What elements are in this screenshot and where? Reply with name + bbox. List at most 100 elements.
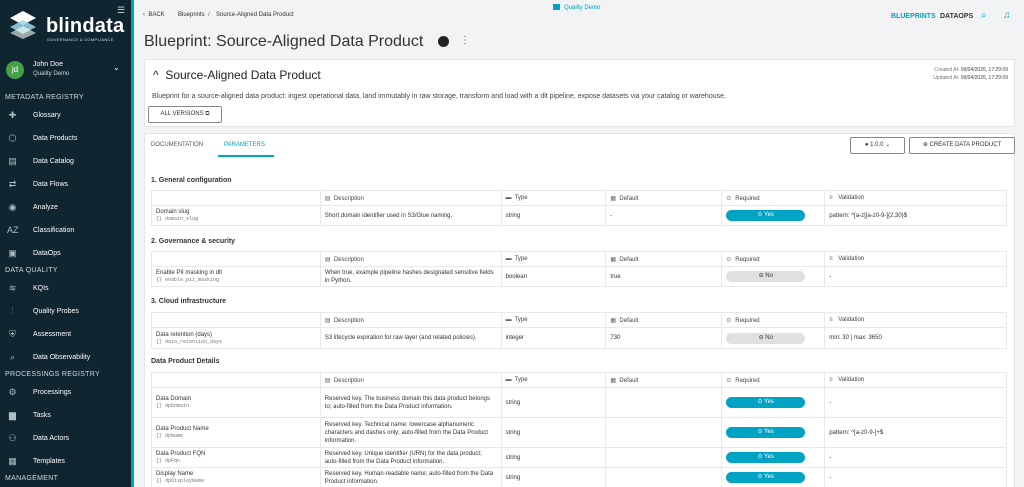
section-processings-registry: PROCESSINGS REGISTRY [5, 371, 100, 378]
description-icon: ▤ [324, 256, 331, 263]
probe-icon: ⫶ [11, 306, 14, 316]
chevron-down-icon: ⌄ [885, 142, 891, 148]
section-management: MANAGEMENT [5, 475, 59, 482]
table-row[interactable]: Display Name{} dpDisplayName Reserved ke… [151, 467, 1007, 487]
sidebar-item-quality-probes[interactable]: ⫶ Quality Probes [0, 302, 131, 322]
nav-blueprints[interactable]: BLUEPRINTS [891, 13, 936, 20]
param-required: ⊙ Yes [721, 417, 826, 448]
section-data-quality: DATA QUALITY [5, 267, 58, 274]
validation-icon: ≡ [829, 195, 833, 201]
required-badge: ⊙ Yes [726, 210, 806, 221]
compass-icon: ◉ [8, 202, 17, 212]
param-default [605, 467, 723, 487]
back-button[interactable]: ‹ BACK [143, 12, 165, 18]
sidebar-item-dataops[interactable]: ▣ DataOps [0, 244, 131, 264]
sidebar-item-analyze[interactable]: ◉ Analyze [0, 198, 131, 218]
param-type: string [500, 205, 607, 226]
param-name: Data retention (days){} data_retention_d… [151, 327, 321, 349]
sidebar-item-kqis[interactable]: ≋ KQIs [0, 279, 131, 299]
check-circle-icon: ⊙ [726, 256, 732, 263]
table-row[interactable]: Domain slug{} domain_slug Short domain i… [151, 205, 1007, 226]
check-circle-icon: ⊙ [726, 317, 732, 324]
sidebar-item-label: Classification [33, 227, 75, 234]
col-header-description: ▤ Description [319, 312, 502, 328]
group-title: Data Product Details [151, 358, 220, 365]
sidebar-item-label: Data Products [33, 135, 78, 142]
param-name: Domain slug{} domain_slug [151, 205, 321, 226]
processing-icon: ⚙ [8, 387, 17, 397]
sidebar-item-data-actors[interactable]: ⚇ Data Actors [0, 429, 131, 449]
param-validation: pattern: ^[a-z0-9-]+$ [824, 417, 1007, 448]
param-default [605, 387, 723, 418]
sidebar-item-glossary[interactable]: ✚ Glossary [0, 106, 131, 126]
sidebar-item-label: Processings [33, 389, 72, 396]
catalog-icon: ▤ [8, 156, 17, 166]
param-type: string [500, 467, 607, 487]
user-menu[interactable]: jd John Doe Quality Demo ⌄ [0, 56, 131, 86]
open-external-icon: ⧉ [205, 111, 210, 117]
type-icon: ▬ [505, 195, 512, 201]
sidebar-item-label: Tasks [33, 412, 51, 419]
tab-documentation[interactable]: DOCUMENTATION [151, 142, 203, 148]
col-header-default: ▦ Default [605, 190, 723, 206]
az-icon: AZ [7, 225, 19, 235]
col-header-required: ⊙ Required [721, 312, 826, 328]
tab-parameters[interactable]: PARAMETERS [224, 142, 265, 148]
chevron-down-icon[interactable]: ⌄ [113, 63, 120, 72]
param-name: Data Product FQN{} dpFqn [151, 447, 321, 468]
collapse-menu-icon[interactable]: ☰ [117, 5, 125, 16]
sidebar-item-data-flows[interactable]: ⇄ Data Flows [0, 175, 131, 195]
check-circle-icon: ⊙ [726, 195, 732, 202]
sidebar-item-classification[interactable]: AZ Classification [0, 221, 131, 241]
group-title: 2. Governance & security [151, 238, 236, 245]
user-name: John Doe [33, 61, 63, 68]
sidebar-item-assessment[interactable]: ⛨ Assessment [0, 325, 131, 345]
param-default [605, 447, 723, 468]
breadcrumb-separator: / [208, 12, 210, 18]
col-header-type: ▬ Type [500, 312, 607, 328]
sidebar-item-processings[interactable]: ⚙ Processings [0, 383, 131, 403]
more-options-icon[interactable]: ⋮ [460, 35, 470, 46]
param-description: When true, example pipeline hashes desig… [319, 266, 502, 287]
table-row[interactable]: Data retention (days){} data_retention_d… [151, 327, 1007, 349]
github-icon[interactable] [438, 36, 449, 47]
param-type: string [500, 387, 607, 418]
all-versions-button[interactable]: ALL VERSIONS ⧉ [148, 106, 222, 123]
table-header-row: ▤ Description ▬ Type ▦ Default ⊙ Required ≡ V… [151, 190, 1007, 206]
sidebar-item-tasks[interactable]: ▆ Tasks [0, 406, 131, 426]
brand-logo[interactable]: blindata GOVERNANCE & COMPLIANCE [6, 8, 131, 50]
nav-dataops[interactable]: DATAOPS [940, 13, 973, 20]
notifications-bell-icon[interactable]: ♫ [1003, 10, 1011, 21]
sidebar-item-data-products[interactable]: ⬡ Data Products [0, 129, 131, 149]
created-at: 09/04/2026, 17:29:09 [960, 67, 1008, 73]
breadcrumb-current: Source-Aligned Data Product [216, 12, 294, 18]
table-row[interactable]: Enable PII masking in dlt{} enable_pii_m… [151, 266, 1007, 287]
sidebar-item-label: Analyze [33, 204, 58, 211]
param-type: string [500, 447, 607, 468]
version-select[interactable]: ● 1.0.0 ⌄ [850, 137, 905, 154]
required-badge: ⊙ Yes [726, 397, 806, 408]
required-badge: ⊖ No [726, 271, 806, 282]
param-validation: - [824, 266, 1007, 287]
table-row[interactable]: Data Product Name{} dpName Reserved key.… [151, 417, 1007, 448]
table-row[interactable]: Data Product FQN{} dpFqn Reserved key. U… [151, 447, 1007, 468]
sidebar-item-data-observability[interactable]: ⌕ Data Observability [0, 348, 131, 368]
col-header-required: ⊙ Required [721, 251, 826, 267]
created-label: Created At: [934, 67, 960, 73]
sidebar-item-label: KQIs [33, 285, 49, 292]
sidebar-item-templates[interactable]: ▦ Templates [0, 452, 131, 472]
breadcrumb-blueprints[interactable]: Blueprints [178, 12, 205, 18]
sidebar-item-data-catalog[interactable]: ▤ Data Catalog [0, 152, 131, 172]
default-icon: ▦ [610, 256, 617, 263]
parameters-table: ▤ Description ▬ Type ▦ Default ⊙ Required ≡ V… [151, 312, 1007, 349]
col-header-validation: ≡ Validation [824, 312, 1007, 328]
param-validation: min: 30 | max: 3650 [824, 327, 1007, 349]
param-required: ⊙ Yes [721, 387, 826, 418]
param-required: ⊙ Yes [721, 205, 826, 226]
create-data-product-button[interactable]: ⊕ CREATE DATA PRODUCT [909, 137, 1015, 154]
param-key: {} enable_pii_masking [156, 277, 220, 283]
tenant-indicator[interactable]: Quality Demo [553, 4, 600, 11]
table-row[interactable]: Data Domain{} dpDomain Reserved key. The… [151, 387, 1007, 418]
description-icon: ▤ [324, 377, 331, 384]
search-icon[interactable]: ⌕ [981, 10, 987, 21]
